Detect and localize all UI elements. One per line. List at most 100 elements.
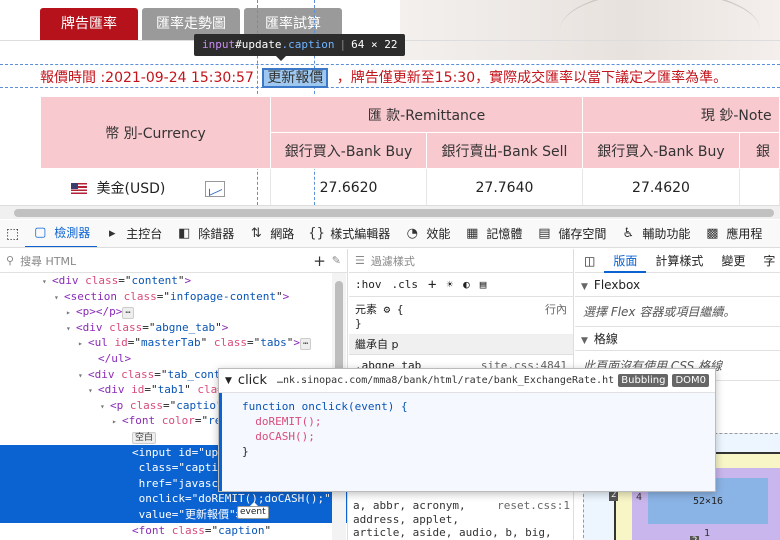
tab-changes[interactable]: 變更: [712, 249, 754, 273]
markup-node[interactable]: value="更新報價">: [0, 506, 347, 523]
print-icon[interactable]: ▤: [480, 278, 487, 291]
grid-section[interactable]: ▼ 格線: [575, 327, 780, 351]
event-badge[interactable]: event: [237, 502, 269, 519]
style-filter: ☰ 過濾樣式: [349, 249, 573, 273]
event-listener-popup: ▼ click …nk.sinopac.com/mma8/bank/html/r…: [218, 368, 716, 492]
reset-rule: reset.css:1 a, abbr, acronym, address, a…: [353, 499, 570, 539]
tab-layout[interactable]: 版面: [604, 249, 647, 273]
currency-header: 幣 別-Currency: [39, 96, 272, 169]
event-header[interactable]: ▼ click …nk.sinopac.com/mma8/bank/html/r…: [219, 369, 715, 393]
style-filter-input[interactable]: 過濾樣式: [371, 253, 415, 269]
exchange-rate-table: 幣 別-Currency 匯 款-Remittance 現 鈔-Note 銀行買…: [39, 96, 780, 205]
flexbox-section[interactable]: ▼ Flexbox: [575, 273, 780, 297]
rules-toolbar: :hov .cls + ☀ ◐ ▤: [349, 273, 573, 297]
tab-computed[interactable]: 計算樣式: [646, 249, 712, 273]
performance-icon: ◔: [406, 226, 418, 241]
add-rule-icon[interactable]: +: [428, 277, 436, 293]
markup-node[interactable]: ▾ <div class="content">: [0, 273, 347, 289]
light-theme-icon[interactable]: ☀: [446, 278, 453, 291]
event-handler-code: function onclick(event) { doREMIT(); doC…: [219, 393, 715, 491]
webpage-viewport: 牌告匯率 匯率走勢圖 匯率試算 報價時間 :2021-09-24 15:30:5…: [0, 0, 780, 205]
table-row: 美金(USD) 27.6620 27.7640 27.4620: [40, 168, 780, 205]
accessibility-icon: ♿: [622, 226, 635, 241]
debugger-icon: ◧: [178, 226, 191, 241]
us-flag-icon: [70, 182, 87, 194]
code-line: }: [242, 445, 249, 458]
col-cash-buy: 銀行買入-Bank Buy: [581, 132, 741, 169]
markup-node[interactable]: <font class="caption": [0, 523, 347, 539]
event-name: click: [237, 373, 267, 388]
application-icon: ▩: [706, 226, 719, 241]
collapse-icon[interactable]: ▼: [225, 376, 232, 386]
tab-performance[interactable]: ◔ 效能: [397, 220, 457, 247]
remit-sell-value: 27.7640: [426, 168, 583, 205]
tab-memory[interactable]: ▦ 記憶體: [457, 220, 529, 247]
tab-debugger[interactable]: ◧ 除錯器: [169, 220, 241, 247]
page-banner: [400, 0, 780, 60]
highlight-guide-top: [0, 64, 780, 65]
currency-cell: 美金(USD): [40, 168, 272, 205]
col-remit-sell: 銀行賣出-Bank Sell: [425, 132, 583, 169]
tab-network[interactable]: ⇅ 網路: [241, 220, 301, 247]
inherited-from-label: 繼承自 p: [349, 335, 573, 355]
network-icon: ⇅: [250, 226, 262, 241]
markup-node[interactable]: ▸ <p></p> ⋯: [0, 304, 347, 320]
remit-buy-value: 27.6620: [270, 168, 427, 205]
event-source-url[interactable]: …nk.sinopac.com/mma8/bank/html/rate/bank…: [277, 375, 614, 386]
markup-node[interactable]: ▸ <ul id="masterTab" class="tabs"> ⋯: [0, 335, 347, 351]
code-line: function onclick(event) {: [242, 400, 408, 413]
tab-accessibility[interactable]: ♿ 輔助功能: [613, 220, 697, 247]
tab-console[interactable]: ▸ 主控台: [97, 220, 169, 247]
col-remit-buy: 銀行買入-Bank Buy: [270, 132, 427, 169]
element-rule: 行內 元素 ⚙ { }: [349, 297, 573, 335]
memory-icon: ▦: [466, 226, 479, 241]
markup-node[interactable]: ▾ <div class="abgne_tab">: [0, 320, 347, 336]
tab-board-rate[interactable]: 牌告匯率: [40, 8, 138, 40]
hov-toggle[interactable]: :hov: [355, 278, 382, 291]
remittance-header: 匯 款-Remittance: [270, 96, 583, 133]
tab-storage[interactable]: ▤ 儲存空間: [529, 220, 613, 247]
cls-toggle[interactable]: .cls: [392, 278, 419, 291]
quote-disclaimer: ，牌告僅更新至15:30，實際成交匯率以當下議定之匯率為準。: [336, 70, 728, 86]
notes-header: 現 鈔-Note: [581, 96, 780, 133]
tab-fonts[interactable]: 字: [754, 249, 780, 273]
inspector-icon: ▢: [34, 225, 47, 240]
quote-notice: 報價時間 :2021-09-24 15:30:57 更新報價 ，牌告僅更新至15…: [40, 67, 727, 88]
tab-inspector[interactable]: ▢ 檢測器: [25, 220, 98, 247]
code-line: doCASH();: [242, 430, 315, 443]
sidebar-tabs: ◫ 版面 計算樣式 變更 字: [575, 249, 780, 273]
cash-buy-value: 27.4620: [582, 168, 741, 205]
eyedropper-icon[interactable]: ✎: [332, 254, 341, 267]
padding-left-value[interactable]: 4: [636, 492, 642, 503]
tab-style-editor[interactable]: {} 樣式編輯器: [301, 220, 397, 247]
markup-node[interactable]: </ul>: [0, 351, 347, 367]
cash-sell-value: [739, 168, 780, 205]
search-icon: ⚲: [6, 254, 15, 267]
html-search-bar: ⚲ 搜尋 HTML + ✎: [0, 249, 347, 273]
flexbox-hint: 選擇 Flex 容器或項目繼續。: [575, 297, 780, 327]
quote-time: 報價時間 :2021-09-24 15:30:57: [40, 70, 254, 86]
html-search-input[interactable]: 搜尋 HTML: [20, 253, 307, 269]
toggle-sidebar-icon[interactable]: ◫: [575, 249, 604, 273]
border-bottom-value[interactable]: 2: [690, 536, 700, 540]
refresh-quote-button[interactable]: 更新報價: [262, 68, 329, 88]
reset-source-link[interactable]: reset.css:1: [497, 499, 570, 513]
padding-bottom-value[interactable]: 1: [704, 528, 710, 539]
dark-theme-icon[interactable]: ◐: [463, 278, 470, 291]
dom0-badge: DOM0: [672, 374, 709, 387]
console-icon: ▸: [108, 226, 116, 241]
add-node-icon[interactable]: +: [313, 252, 326, 270]
currency-name: 美金(USD): [96, 180, 166, 197]
gear-icon[interactable]: ⚙: [384, 303, 391, 316]
element-picker-icon[interactable]: ⬚: [0, 220, 25, 247]
col-cash-sell: 銀: [739, 132, 780, 169]
markup-node[interactable]: ▾ <section class="infopage-content">: [0, 289, 347, 305]
devtools-toolbar: ⬚ ▢ 檢測器 ▸ 主控台 ◧ 除錯器 ⇅ 網路 {} 樣式編輯器 ◔ 效能 ▦ 記憶體 ▤ 儲…: [0, 220, 780, 248]
inspector-tooltip: input#update.caption | 64 × 22: [194, 34, 406, 61]
markup-node[interactable]: onclick="doREMIT();doCASH();": [0, 491, 347, 507]
page-horizontal-scrollbar[interactable]: [0, 205, 780, 219]
filter-icon: ☰: [355, 254, 365, 267]
trend-chart-icon[interactable]: [205, 180, 226, 197]
code-line: doREMIT();: [242, 415, 322, 428]
tab-application[interactable]: ▩ 應用程: [697, 220, 769, 247]
